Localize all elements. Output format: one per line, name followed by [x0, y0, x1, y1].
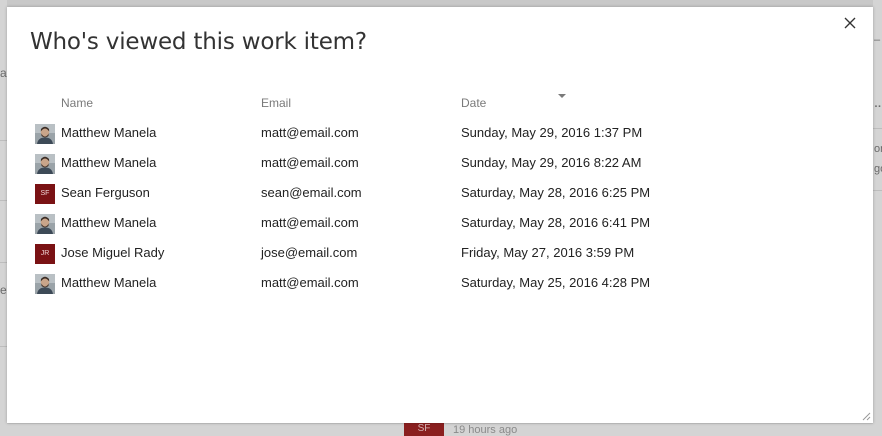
background-glyph: a: [0, 66, 7, 80]
cell-name: Matthew Manela: [61, 215, 157, 230]
cell-name: Sean Ferguson: [61, 185, 150, 200]
cell-email: matt@email.com: [261, 125, 359, 140]
cell-email: jose@email.com: [261, 245, 358, 260]
background-glyph: or: [874, 143, 882, 155]
avatar: SF: [35, 184, 55, 204]
resize-grip-icon[interactable]: [861, 411, 871, 421]
avatar: [35, 124, 55, 144]
background-glyph: –: [874, 34, 881, 46]
table-row: Matthew Manela matt@email.com Sunday, May …: [33, 147, 853, 177]
avatar: JR: [35, 244, 55, 264]
cell-email: matt@email.com: [261, 215, 359, 230]
dialog-title: Who's viewed this work item?: [30, 29, 367, 55]
background-glyph: go: [874, 163, 882, 175]
column-header-name[interactable]: Name: [61, 96, 93, 110]
cell-email: matt@email.com: [261, 275, 359, 290]
avatar: [35, 214, 55, 234]
close-button[interactable]: [841, 13, 859, 33]
background-timestamp: 19 hours ago: [453, 424, 518, 436]
background-glyph: …: [874, 98, 882, 110]
viewers-dialog: Who's viewed this work item? Name Email …: [7, 7, 873, 423]
background-divider: [0, 200, 7, 201]
sort-descending-icon[interactable]: [557, 93, 567, 99]
column-header-date[interactable]: Date: [461, 96, 486, 110]
table-row: Matthew Manela matt@email.com Sunday, May …: [33, 117, 853, 147]
cell-date: Sunday, May 29, 2016 8:22 AM: [461, 155, 642, 170]
cell-date: Sunday, May 29, 2016 1:37 PM: [461, 125, 643, 140]
background-divider: [0, 346, 7, 347]
cell-date: Friday, May 27, 2016 3:59 PM: [461, 245, 635, 260]
column-header-email[interactable]: Email: [261, 96, 291, 110]
background-divider: [0, 140, 7, 141]
close-icon: [844, 17, 856, 29]
table-row: Matthew Manela matt@email.com Saturday, Ma…: [33, 267, 853, 297]
cell-date: Saturday, May 28, 2016 6:25 PM: [461, 185, 651, 200]
avatar: [35, 154, 55, 174]
avatar: [35, 274, 55, 294]
table-row: JR Jose Miguel Rady jose@email.com Friday, …: [33, 237, 853, 267]
table-row: Matthew Manela matt@email.com Saturday, Ma…: [33, 207, 853, 237]
cell-name: Matthew Manela: [61, 155, 157, 170]
background-divider: [0, 262, 7, 263]
cell-email: sean@email.com: [261, 185, 362, 200]
table-row: SF Sean Ferguson sean@email.com Saturday, M…: [33, 177, 853, 207]
cell-name: Jose Miguel Rady: [61, 245, 165, 260]
background-divider: [873, 190, 882, 191]
background-divider: [873, 128, 882, 129]
cell-name: Matthew Manela: [61, 125, 157, 140]
background-glyph: e: [0, 283, 7, 297]
cell-date: Saturday, May 25, 2016 4:28 PM: [461, 275, 651, 290]
cell-date: Saturday, May 28, 2016 6:41 PM: [461, 215, 651, 230]
background-page-right: [873, 0, 882, 436]
cell-name: Matthew Manela: [61, 275, 157, 290]
cell-email: matt@email.com: [261, 155, 359, 170]
